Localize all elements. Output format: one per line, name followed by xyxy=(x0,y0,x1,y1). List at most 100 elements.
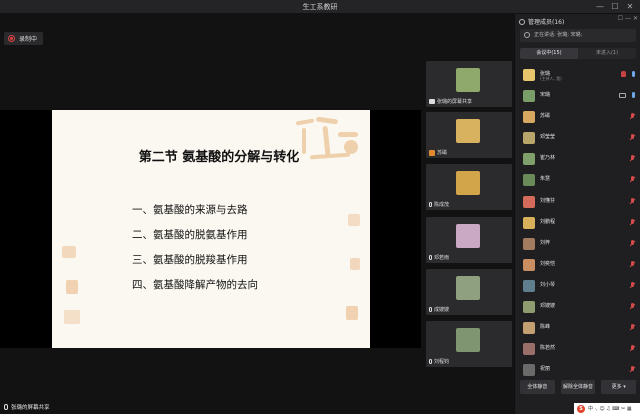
participant-controls xyxy=(630,113,635,120)
avatar xyxy=(523,237,535,250)
more-button[interactable]: 更多 ▾ xyxy=(601,380,637,394)
avatar xyxy=(523,322,535,335)
video-tile[interactable]: 刘程钧 xyxy=(426,321,512,367)
slide-item-list: 一、氨基酸的来源与去路 二、氨基酸的脱氨基作用 三、氨基酸的脱羧基作用 四、氨基… xyxy=(132,202,258,302)
video-tile[interactable]: 张璐的屏幕共享 xyxy=(426,61,512,107)
participant-row[interactable]: 张璐 (主持人, 我) xyxy=(515,66,640,87)
participant-name: 苏磁 xyxy=(540,113,551,120)
avatar xyxy=(523,111,535,124)
speaker-icon xyxy=(524,32,530,38)
host-icon xyxy=(429,149,435,156)
participant-name: 陈若然 xyxy=(540,345,556,352)
avatar xyxy=(523,343,535,356)
participant-controls xyxy=(630,260,635,268)
participants-panel: 管理成员(16) ☐ — ✕ 正在讲话: 张璐; 宋璐; 会议中(15) 未进入… xyxy=(514,14,640,414)
participant-row[interactable]: 刘鹏程 xyxy=(515,214,640,235)
ime-toolbar[interactable]: S 中 ·, ☺ ♫ ⌨ ✂ ▦ xyxy=(574,403,640,414)
avatar xyxy=(523,174,535,187)
participant-row[interactable]: 陈若然 xyxy=(515,340,640,361)
tile-name: 张璐的屏幕共享 xyxy=(437,99,473,105)
panel-pin-button[interactable]: ☐ xyxy=(618,15,623,22)
participant-row[interactable]: 宋璐 xyxy=(515,87,640,108)
tab-in-meeting[interactable]: 会议中(15) xyxy=(520,48,578,59)
participants-icon xyxy=(519,18,525,25)
mute-all-button[interactable]: 全体静音 xyxy=(520,380,555,394)
participant-list: 张璐 (主持人, 我) 宋璐苏磁邓莹莹崔乃林朱慧刘懂芬刘鹏程刘梓刘奕恺刘小琴邓嫂嫂陈… xyxy=(515,66,640,382)
avatar xyxy=(523,364,535,377)
participant-name: 刘奕恺 xyxy=(540,260,556,267)
panel-title: 管理成员(16) xyxy=(528,19,565,26)
participant-row[interactable]: 邓莹莹 xyxy=(515,129,640,150)
avatar xyxy=(456,68,480,92)
participant-name: 刘懂芬 xyxy=(540,197,556,204)
participant-row[interactable]: 刘梓 xyxy=(515,235,640,256)
speaking-indicator[interactable]: 正在讲话: 张璐; 宋璐; xyxy=(520,29,636,42)
microphone-icon[interactable] xyxy=(632,92,635,99)
avatar xyxy=(523,132,535,145)
mic-muted-icon[interactable] xyxy=(630,324,635,331)
panel-close-button[interactable]: ✕ xyxy=(633,15,638,22)
seal-decoration xyxy=(346,306,358,320)
mic-muted-icon[interactable] xyxy=(630,366,635,373)
tab-not-joined[interactable]: 未进入(1) xyxy=(578,48,636,59)
video-tile[interactable]: 陈成茂 xyxy=(426,164,512,210)
mic-muted-icon[interactable] xyxy=(630,134,635,141)
avatar xyxy=(523,279,535,292)
main-stage: 录制中 第二节 氨基酸的分解与转化 一、氨基酸的来源与去路 二、氨基酸的脱氨基作… xyxy=(0,14,421,414)
tile-name: 陈成茂 xyxy=(434,202,450,208)
microphone-icon xyxy=(429,359,432,364)
participant-controls xyxy=(630,218,635,226)
mic-muted-icon[interactable] xyxy=(630,218,635,226)
avatar xyxy=(523,153,535,166)
seal-decoration xyxy=(350,258,360,270)
panel-minimize-button[interactable]: — xyxy=(625,15,631,22)
mic-muted-icon[interactable] xyxy=(630,281,635,289)
mic-muted-icon[interactable] xyxy=(630,113,635,120)
participant-row[interactable]: 朱慧 xyxy=(515,171,640,192)
slide-title: 第二节 氨基酸的分解与转化 xyxy=(138,150,300,165)
mic-muted-icon[interactable] xyxy=(630,239,635,247)
video-tile[interactable]: 成嫂嫂 xyxy=(426,269,512,315)
participant-name: 崔乃林 xyxy=(540,155,556,162)
video-tile[interactable]: 苏磁 xyxy=(426,112,512,158)
avatar xyxy=(523,69,535,81)
close-button[interactable]: ✕ xyxy=(624,2,636,12)
avatar xyxy=(523,216,535,229)
participant-row[interactable]: 苏磁 xyxy=(515,108,640,129)
avatar xyxy=(523,258,535,271)
mic-muted-icon[interactable] xyxy=(630,345,635,352)
recording-indicator[interactable]: 录制中 xyxy=(4,32,44,45)
recording-label: 录制中 xyxy=(19,36,38,43)
mic-muted-icon[interactable] xyxy=(630,176,635,183)
screen-share-area[interactable]: 第二节 氨基酸的分解与转化 一、氨基酸的来源与去路 二、氨基酸的脱氨基作用 三、… xyxy=(0,110,421,348)
participant-name: 刘鹏程 xyxy=(540,218,556,225)
participant-role: (主持人, 我) xyxy=(540,76,562,81)
participant-row[interactable]: 刘懂芬 xyxy=(515,193,640,214)
participant-name: 刘梓 xyxy=(540,239,551,246)
mic-muted-icon[interactable] xyxy=(630,260,635,268)
mic-muted-icon[interactable] xyxy=(630,155,635,162)
maximize-button[interactable]: ☐ xyxy=(609,2,621,12)
participant-row[interactable]: 崔乃林 xyxy=(515,150,640,171)
mic-muted-icon[interactable] xyxy=(630,303,635,310)
participant-name: 祝丽 xyxy=(540,366,551,373)
minimize-button[interactable]: — xyxy=(594,2,606,12)
participant-row[interactable]: 陈峰 xyxy=(515,319,640,340)
unmute-all-button[interactable]: 解除全体静音 xyxy=(560,380,596,394)
seal-decoration xyxy=(66,280,78,294)
panel-header: 管理成员(16) xyxy=(519,17,564,26)
tile-name: 苏磁 xyxy=(437,150,448,156)
raise-hand-icon[interactable] xyxy=(621,71,626,77)
camera-icon[interactable] xyxy=(619,92,626,98)
avatar xyxy=(456,328,480,352)
mic-muted-icon[interactable] xyxy=(630,197,635,205)
panel-window-controls: ☐ — ✕ xyxy=(618,15,638,22)
participant-controls xyxy=(630,134,635,141)
video-tile[interactable]: 邓若雨 xyxy=(426,217,512,263)
participant-row[interactable]: 邓嫂嫂 xyxy=(515,298,640,319)
participant-row[interactable]: 刘小琴 xyxy=(515,277,640,298)
microphone-icon[interactable] xyxy=(632,71,635,77)
participant-name: 邓嫂嫂 xyxy=(540,303,556,310)
participant-row[interactable]: 刘奕恺 xyxy=(515,256,640,277)
microphone-icon xyxy=(429,255,432,260)
